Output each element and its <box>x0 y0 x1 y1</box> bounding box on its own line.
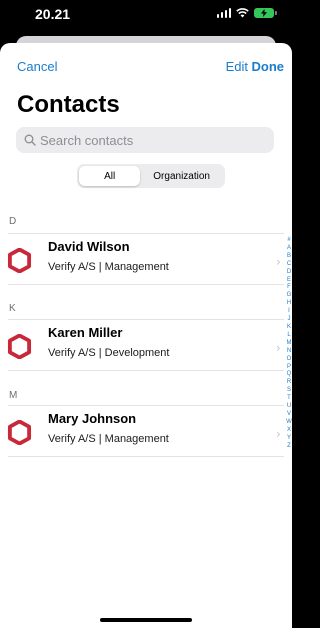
index-letter[interactable]: F <box>286 284 292 292</box>
index-letter[interactable]: D <box>286 269 292 277</box>
home-indicator[interactable] <box>100 618 192 622</box>
index-letter[interactable]: V <box>286 411 292 419</box>
alphabet-index[interactable]: # A B C D E F G H I J K L M N O P Q R S T U V W X Y Z <box>286 237 292 450</box>
index-letter[interactable]: L <box>286 332 292 340</box>
index-letter[interactable]: M <box>286 340 292 348</box>
page-title: Contacts <box>17 91 120 118</box>
section-header-k: K <box>9 303 16 314</box>
index-letter[interactable]: B <box>286 253 292 261</box>
contact-subtitle: Verify A/S | Development <box>48 347 170 359</box>
status-bar: 20.21 <box>0 0 292 34</box>
contact-subtitle: Verify A/S | Management <box>48 261 169 273</box>
cancel-button[interactable]: Cancel <box>17 59 57 74</box>
contact-name: David Wilson <box>48 239 130 254</box>
contact-row[interactable]: Mary Johnson Verify A/S | Management › <box>0 406 284 456</box>
index-letter[interactable]: T <box>286 395 292 403</box>
index-letter[interactable]: J <box>286 316 292 324</box>
index-letter[interactable]: K <box>286 324 292 332</box>
verify-logo-icon <box>7 420 32 445</box>
index-letter[interactable]: Q <box>286 371 292 379</box>
contact-row[interactable]: David Wilson Verify A/S | Management › <box>0 234 284 284</box>
done-button[interactable]: Done <box>252 59 285 74</box>
index-letter[interactable]: I <box>286 308 292 316</box>
index-letter[interactable]: X <box>286 427 292 435</box>
edit-button[interactable]: Edit <box>226 59 248 74</box>
section-header-d: D <box>9 216 17 227</box>
index-letter[interactable]: C <box>286 261 292 269</box>
contacts-sheet: Cancel Edit Done Contacts All Organizati… <box>0 43 292 628</box>
filter-segmented-control: All Organization <box>77 164 225 188</box>
index-letter[interactable]: S <box>286 387 292 395</box>
segment-organization[interactable]: Organization <box>140 166 223 186</box>
index-letter[interactable]: G <box>286 292 292 300</box>
index-letter[interactable]: R <box>286 379 292 387</box>
chevron-right-icon: › <box>276 255 281 269</box>
chevron-right-icon: › <box>276 341 281 355</box>
status-icons <box>216 7 277 18</box>
contact-subtitle: Verify A/S | Management <box>48 433 169 445</box>
chevron-right-icon: › <box>276 427 281 441</box>
verify-logo-icon <box>7 334 32 359</box>
index-letter[interactable]: P <box>286 364 292 372</box>
cellular-signal-icon <box>216 7 231 18</box>
contact-name: Mary Johnson <box>48 411 137 426</box>
wifi-icon <box>236 8 249 18</box>
index-letter[interactable]: O <box>286 356 292 364</box>
section-header-m: M <box>9 390 18 401</box>
index-letter[interactable]: Y <box>286 435 292 443</box>
divider <box>8 370 284 371</box>
search-icon <box>24 134 36 146</box>
search-input[interactable] <box>40 132 260 148</box>
index-letter[interactable]: Z <box>286 443 292 451</box>
divider <box>8 284 284 285</box>
index-letter[interactable]: A <box>286 245 292 253</box>
status-time: 20.21 <box>35 6 71 22</box>
battery-charging-icon <box>254 7 277 18</box>
divider <box>8 456 284 457</box>
index-letter[interactable]: N <box>286 348 292 356</box>
navigation-bar: Cancel Edit Done <box>0 43 292 87</box>
index-letter[interactable]: W <box>286 419 292 427</box>
index-letter[interactable]: # <box>286 237 292 245</box>
index-letter[interactable]: U <box>286 403 292 411</box>
contact-row[interactable]: Karen Miller Verify A/S | Development › <box>0 320 284 370</box>
index-letter[interactable]: E <box>286 277 292 285</box>
contact-name: Karen Miller <box>48 325 123 340</box>
index-letter[interactable]: H <box>286 300 292 308</box>
search-bar[interactable] <box>16 127 274 153</box>
verify-logo-icon <box>7 248 32 273</box>
segment-all[interactable]: All <box>79 166 141 186</box>
